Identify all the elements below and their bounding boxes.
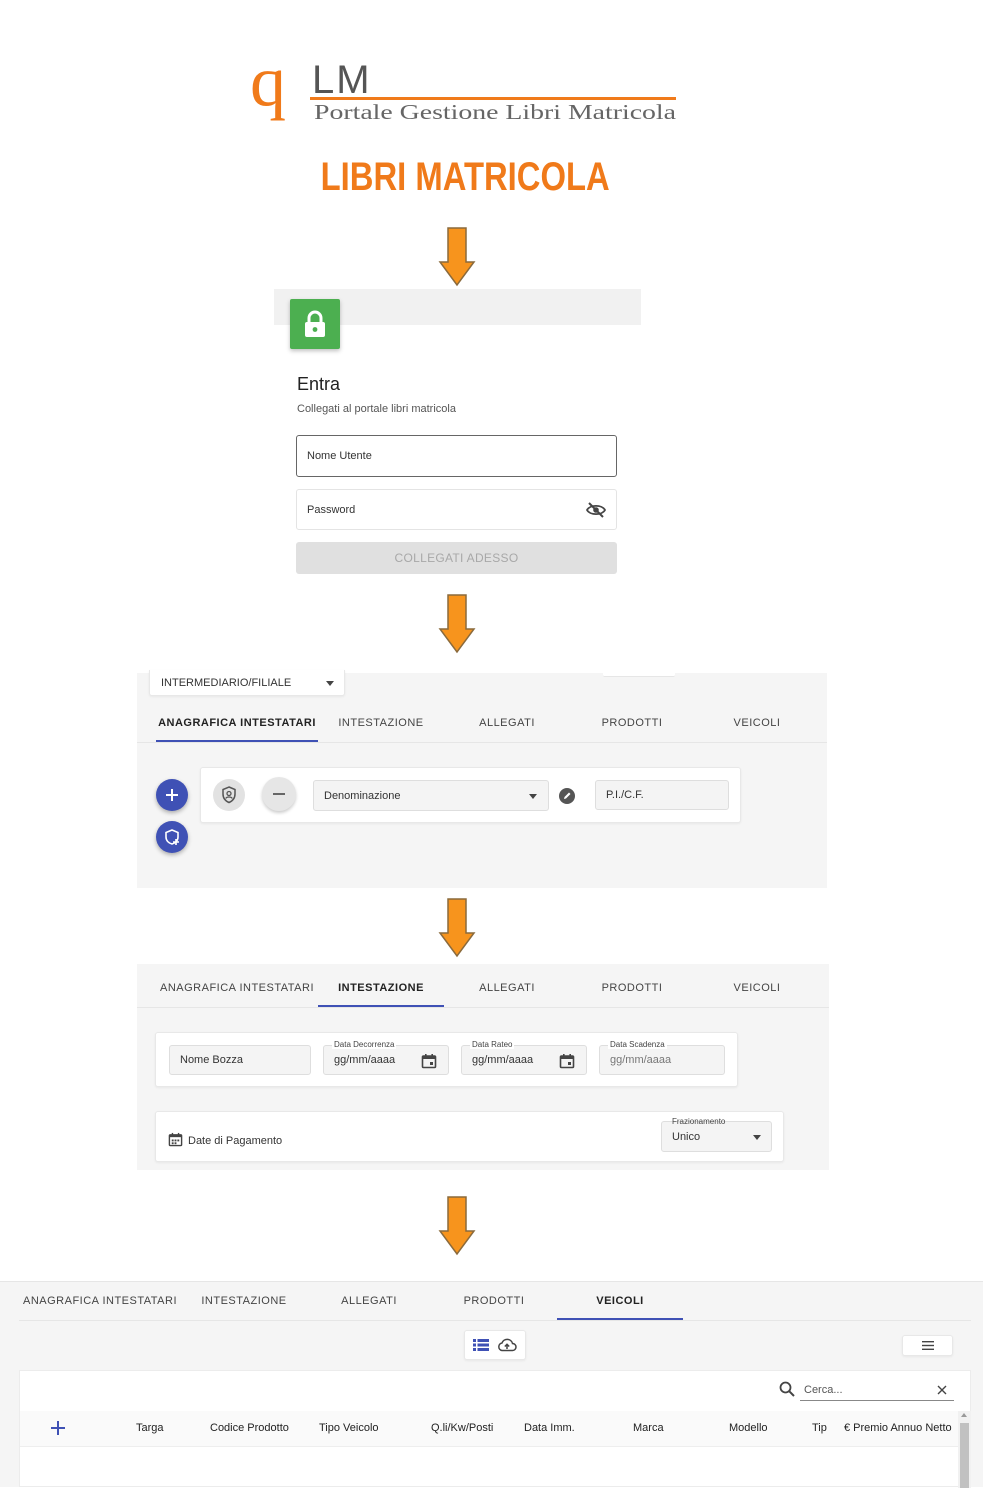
data-rateo-label: Data Rateo (470, 1040, 515, 1049)
username-placeholder: Nome Utente (307, 450, 372, 462)
data-scadenza-input[interactable]: gg/mm/aaaa (599, 1045, 725, 1075)
tab-intestazione[interactable]: INTESTAZIONE (181, 1295, 307, 1307)
tab-allegati[interactable]: ALLEGATI (307, 1295, 431, 1307)
data-decorrenza-input[interactable]: gg/mm/aaaa (323, 1045, 449, 1075)
minus-icon (273, 793, 285, 795)
qlm-logo: q LM Portale Gestione Libri Matricola (250, 55, 677, 124)
data-rateo-input[interactable]: gg/mm/aaaa (461, 1045, 587, 1075)
edit-icon[interactable] (559, 788, 575, 804)
denominazione-label: Denominazione (324, 789, 401, 802)
intestatario-row-card: Denominazione P.I./C.F. (200, 767, 741, 823)
list-view-icon[interactable] (473, 1338, 489, 1352)
scrollbar-thumb[interactable] (960, 1423, 969, 1488)
column-header[interactable]: Q.li/Kw/Posti (431, 1422, 493, 1434)
logo-mark: q (250, 55, 286, 121)
remove-button[interactable] (262, 777, 296, 811)
tab-veicoli[interactable]: VEICOLI (694, 982, 820, 994)
intestazione-dates-card: Nome Bozza gg/mm/aaaa Data Decorrenza gg… (155, 1032, 738, 1087)
column-header[interactable]: € Premio Annuo Netto (844, 1422, 952, 1434)
password-placeholder: Password (307, 503, 356, 516)
tab-anagrafica-intestatari[interactable]: ANAGRAFICA INTESTATARI (156, 982, 318, 994)
login-subtitle: Collegati al portale libri matricola (297, 403, 456, 415)
search-placeholder: Cerca... (804, 1384, 843, 1396)
flow-arrow-icon (438, 594, 476, 654)
calendar-icon[interactable] (559, 1053, 575, 1069)
column-header[interactable]: Data Imm. (524, 1422, 575, 1434)
tab-prodotti[interactable]: PRODOTTI (570, 982, 694, 994)
column-header[interactable]: Targa (136, 1422, 164, 1434)
data-scadenza-value: gg/mm/aaaa (610, 1054, 672, 1066)
tab-veicoli[interactable]: VEICOLI (557, 1295, 683, 1307)
plus-icon (166, 789, 178, 801)
tab-allegati[interactable]: ALLEGATI (444, 982, 570, 994)
chevron-down-icon (529, 794, 537, 799)
chevron-down-icon (326, 681, 334, 686)
add-intestatario-button[interactable] (156, 779, 188, 811)
cloud-upload-icon[interactable] (497, 1338, 517, 1352)
data-scadenza-label: Data Scadenza (608, 1040, 667, 1049)
calendar-month-icon (168, 1132, 183, 1147)
login-button[interactable]: COLLEGATI ADESSO (296, 542, 617, 574)
intermediario-label: INTERMEDIARIO/FILIALE (161, 677, 292, 689)
pi-cf-placeholder: P.I./C.F. (606, 789, 644, 801)
chevron-down-icon (753, 1135, 761, 1140)
hidden-control-edge (603, 673, 675, 677)
flow-arrow-icon (438, 227, 476, 287)
add-veicolo-icon[interactable] (51, 1421, 65, 1435)
data-decorrenza-label: Data Decorrenza (332, 1040, 397, 1049)
tabs-divider (19, 1320, 971, 1321)
column-header[interactable]: Codice Prodotto (210, 1422, 289, 1434)
intermediario-select[interactable]: INTERMEDIARIO/FILIALE (149, 670, 345, 696)
calendar-icon[interactable] (421, 1053, 437, 1069)
close-icon[interactable] (937, 1385, 947, 1395)
shield-plus-icon (165, 829, 179, 845)
frazionamento-value: Unico (672, 1130, 701, 1143)
scroll-up-icon[interactable] (961, 1413, 967, 1417)
tab-intestazione[interactable]: INTESTAZIONE (318, 717, 444, 729)
page-heading: LIBRI MATRICOLA (320, 155, 610, 199)
nome-bozza-input[interactable]: Nome Bozza (169, 1045, 311, 1075)
menu-button[interactable] (902, 1335, 953, 1356)
password-field[interactable]: Password (296, 489, 617, 530)
flow-arrow-icon (438, 1196, 476, 1256)
tab-anagrafica-intestatari[interactable]: ANAGRAFICA INTESTATARI (156, 717, 318, 729)
column-header[interactable]: Tip (812, 1422, 827, 1434)
pagamento-card: Date di Pagamento Unico Frazionamento (155, 1111, 784, 1162)
data-rateo-value: gg/mm/aaaa (472, 1054, 534, 1066)
account-shield-icon[interactable] (213, 779, 245, 811)
menu-icon (921, 1341, 934, 1350)
pi-cf-input[interactable]: P.I./C.F. (595, 780, 729, 810)
frazionamento-label: Frazionamento (672, 1117, 726, 1126)
eye-off-icon[interactable] (586, 501, 606, 519)
tab-allegati[interactable]: ALLEGATI (444, 717, 570, 729)
search-icon (779, 1381, 795, 1397)
veicoli-table: Cerca... Targa Codice Prodotto Tipo Veic… (19, 1370, 971, 1488)
tabs-divider (137, 742, 827, 743)
logo-tagline: Portale Gestione Libri Matricola (314, 100, 677, 124)
login-title: Entra (297, 374, 341, 394)
flow-arrow-icon (438, 898, 476, 958)
tabs-divider (137, 1007, 829, 1008)
column-header[interactable]: Marca (633, 1422, 664, 1434)
column-header[interactable]: Modello (729, 1422, 768, 1434)
search-input[interactable]: Cerca... (800, 1378, 954, 1401)
tab-intestazione[interactable]: INTESTAZIONE (318, 982, 444, 994)
data-decorrenza-value: gg/mm/aaaa (334, 1054, 396, 1066)
nome-bozza-placeholder: Nome Bozza (180, 1054, 243, 1066)
view-toggle-group (464, 1330, 526, 1360)
tab-veicoli[interactable]: VEICOLI (694, 717, 820, 729)
logo-letters: LM (312, 58, 372, 102)
vertical-scrollbar[interactable] (958, 1411, 971, 1488)
add-shield-button[interactable] (156, 821, 188, 853)
tab-prodotti[interactable]: PRODOTTI (431, 1295, 557, 1307)
column-header[interactable]: Tipo Veicolo (319, 1422, 379, 1434)
denominazione-select[interactable]: Denominazione (313, 780, 549, 811)
lock-icon (290, 299, 340, 349)
tab-prodotti[interactable]: PRODOTTI (570, 717, 694, 729)
date-pagamento-label: Date di Pagamento (188, 1135, 283, 1147)
tab-anagrafica-intestatari[interactable]: ANAGRAFICA INTESTATARI (19, 1295, 181, 1307)
username-field[interactable]: Nome Utente (296, 435, 617, 477)
